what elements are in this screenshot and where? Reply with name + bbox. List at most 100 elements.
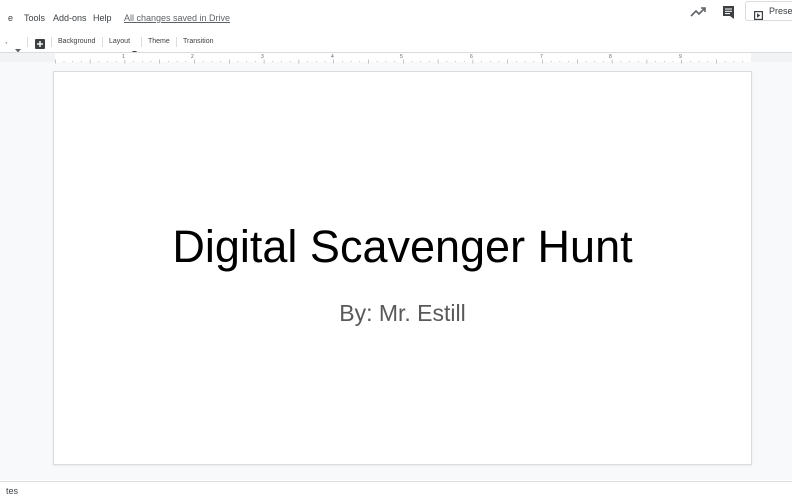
menu-tools[interactable]: Tools (24, 13, 45, 23)
ruler-tick (185, 61, 187, 62)
ruler-number: 8 (609, 54, 612, 60)
ruler-tick (159, 59, 160, 64)
menu-addons[interactable]: Add-ons (53, 13, 87, 23)
ruler-tick (385, 61, 387, 62)
ruler-tick (115, 61, 117, 62)
toolbar-divider (27, 37, 28, 47)
ruler-tick (672, 61, 674, 62)
ruler-tick (89, 59, 91, 64)
ruler-tick (533, 61, 535, 62)
ruler-tick (637, 61, 639, 62)
chevron-down-icon (132, 41, 137, 54)
ruler-tick (307, 61, 308, 62)
ruler-tick (577, 59, 578, 64)
ruler-tick (263, 59, 265, 64)
ruler-tick (359, 61, 361, 62)
slide[interactable]: Digital Scavenger Hunt By: Mr. Estill (53, 71, 752, 465)
ruler-tick (568, 61, 569, 62)
ruler-tick (281, 61, 282, 62)
ruler-tick (716, 59, 717, 64)
new-slide-icon[interactable] (35, 36, 45, 49)
ruler-tick (603, 61, 604, 62)
ruler-tick (350, 61, 352, 62)
menu-bar: e Tools Add-ons Help All changes saved i… (0, 0, 792, 32)
ruler-number: 1 (122, 54, 125, 60)
ruler-tick (403, 59, 404, 64)
ruler-tick (733, 61, 735, 62)
ruler-tick (707, 61, 709, 62)
ruler-tick (237, 61, 239, 62)
notes-resize-handle[interactable] (388, 474, 404, 486)
ruler-tick (324, 61, 326, 62)
ruler-tick (133, 61, 134, 62)
ruler-slide-area (55, 53, 752, 64)
ruler-tick (220, 61, 221, 62)
present-icon (754, 7, 764, 21)
present-label: Prese (769, 6, 792, 16)
toolbar-partial-item[interactable]: , (5, 36, 7, 45)
ruler-tick (72, 61, 73, 62)
chevron-down-icon[interactable] (15, 40, 21, 53)
ruler-tick (342, 61, 343, 62)
ruler-tick (455, 61, 456, 62)
slide-title[interactable]: Digital Scavenger Hunt (54, 221, 751, 273)
ruler-tick (81, 61, 82, 62)
ruler-tick (516, 61, 517, 62)
menu-help[interactable]: Help (93, 13, 112, 23)
ruler-tick (255, 61, 256, 62)
ruler-tick (376, 61, 378, 62)
ruler-tick (629, 61, 630, 62)
ruler-tick (585, 61, 587, 62)
ruler-number: 6 (470, 54, 473, 60)
ruler-tick (481, 61, 482, 62)
ruler-number: 5 (400, 54, 403, 60)
ruler-tick (168, 61, 169, 62)
ruler-number: 2 (191, 54, 194, 60)
ruler-tick (176, 61, 178, 62)
ruler-tick (507, 59, 508, 64)
slides-editor: e Tools Add-ons Help All changes saved i… (0, 0, 792, 496)
ruler-tick (724, 61, 726, 62)
ruler-number: 7 (540, 54, 543, 60)
ruler-tick (611, 59, 613, 64)
ruler-tick (463, 61, 465, 62)
ruler-tick (150, 61, 152, 62)
toolbar-divider (141, 37, 142, 47)
trending-up-icon[interactable] (688, 4, 708, 20)
slide-subtitle[interactable]: By: Mr. Estill (54, 300, 751, 327)
ruler-tick (498, 61, 500, 62)
ruler-tick (63, 61, 65, 62)
ruler-tick (229, 59, 230, 64)
ruler-tick (202, 61, 204, 62)
comment-icon[interactable] (719, 4, 739, 20)
theme-button[interactable]: Theme (148, 38, 170, 45)
ruler-tick (446, 61, 448, 62)
ruler-tick (272, 61, 274, 62)
toolbar: , Background Layout Theme Transition (0, 32, 792, 54)
ruler-tick (524, 61, 526, 62)
ruler-tick (211, 61, 213, 62)
ruler-tick (559, 61, 561, 62)
ruler-tick (246, 61, 247, 62)
save-status-link[interactable]: All changes saved in Drive (124, 13, 230, 23)
ruler-tick (742, 61, 743, 62)
ruler-tick (429, 61, 430, 62)
speaker-notes-panel[interactable]: tes (0, 481, 792, 496)
ruler-tick (655, 61, 656, 62)
background-button[interactable]: Background (58, 38, 95, 45)
ruler-tick (368, 59, 369, 64)
layout-button[interactable]: Layout (109, 38, 130, 45)
ruler-tick (98, 61, 100, 62)
transition-button[interactable]: Transition (183, 38, 213, 45)
ruler-tick (437, 59, 439, 64)
ruler-tick (107, 61, 108, 62)
ruler-tick (698, 61, 700, 62)
ruler-tick (316, 61, 317, 62)
ruler-tick (690, 61, 691, 62)
menu-file-partial[interactable]: e (8, 13, 13, 23)
speaker-notes-placeholder: tes (6, 486, 19, 496)
ruler-tick (411, 61, 413, 62)
toolbar-divider (51, 37, 52, 47)
present-button[interactable]: Prese (745, 1, 792, 21)
ruler-tick (142, 61, 143, 62)
